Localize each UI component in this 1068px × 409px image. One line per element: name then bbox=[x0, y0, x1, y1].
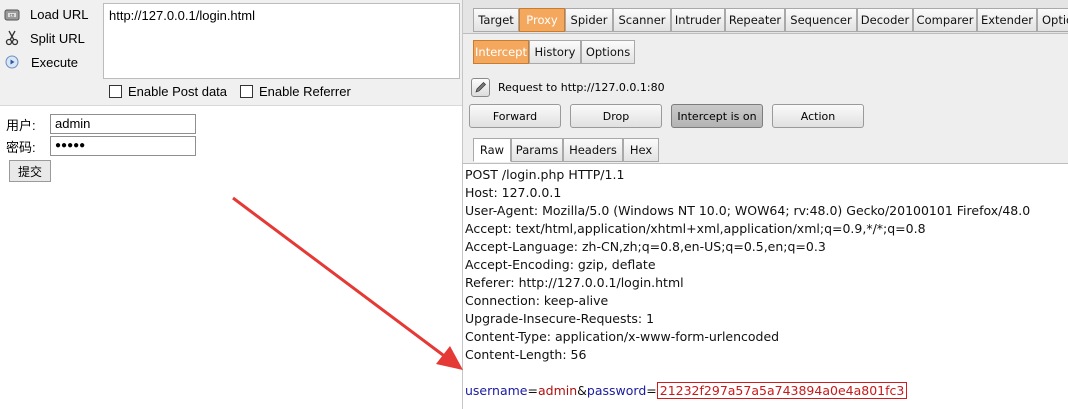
enable-post-checkbox[interactable]: Enable Post data bbox=[109, 84, 227, 99]
enable-post-label: Enable Post data bbox=[128, 84, 228, 99]
tab-history[interactable]: History bbox=[529, 40, 581, 64]
url-textarea[interactable]: http://127.0.0.1/login.html bbox=[103, 3, 460, 79]
main-tab-bar: Target Proxy Spider Scanner Intruder Rep… bbox=[463, 0, 1068, 34]
drop-button[interactable]: Drop bbox=[570, 104, 662, 128]
ampersand: & bbox=[577, 383, 587, 398]
password-row: 密码: ●●●●● bbox=[6, 136, 196, 156]
request-line: POST /login.php HTTP/1.1 bbox=[465, 167, 625, 182]
param-password-value-highlighted: 21232f297a57a5a743894a0e4a801fc3 bbox=[656, 382, 908, 399]
load-url-label: Load URL bbox=[30, 6, 89, 22]
submit-button[interactable]: 提交 bbox=[9, 160, 51, 182]
header-accept: Accept: text/html,application/xhtml+xml,… bbox=[465, 221, 926, 236]
raw-request-editor[interactable]: POST /login.php HTTP/1.1 Host: 127.0.0.1… bbox=[463, 163, 1068, 409]
tab-sequencer[interactable]: Sequencer bbox=[785, 8, 857, 32]
checkbox-box[interactable] bbox=[109, 85, 122, 98]
header-upgrade-insecure: Upgrade-Insecure-Requests: 1 bbox=[465, 311, 655, 326]
tab-headers[interactable]: Headers bbox=[563, 138, 623, 162]
enable-referrer-label: Enable Referrer bbox=[259, 84, 351, 99]
execute-label: Execute bbox=[31, 54, 78, 70]
tab-intruder[interactable]: Intruder bbox=[671, 8, 725, 32]
tab-spider[interactable]: Spider bbox=[565, 8, 613, 32]
username-row: 用户: admin bbox=[6, 114, 196, 134]
message-view-tab-bar: Raw Params Headers Hex bbox=[463, 138, 1068, 162]
hackbar: co Load URL Split URL Execute http://127… bbox=[0, 0, 462, 106]
scissors-icon bbox=[4, 30, 20, 46]
action-button[interactable]: Action bbox=[772, 104, 864, 128]
tab-options[interactable]: Optio bbox=[1037, 8, 1068, 32]
header-user-agent: User-Agent: Mozilla/5.0 (Windows NT 10.0… bbox=[465, 203, 1031, 218]
header-content-length: Content-Length: 56 bbox=[465, 347, 587, 362]
intercept-toggle-button[interactable]: Intercept is on bbox=[671, 104, 763, 128]
tab-proxy-options[interactable]: Options bbox=[581, 40, 635, 64]
tab-raw[interactable]: Raw bbox=[473, 138, 511, 162]
request-body: username=admin&password= 21232f297a57a5a7… bbox=[465, 382, 1067, 400]
equals-sign: = bbox=[646, 383, 657, 398]
param-username-name: username bbox=[465, 383, 528, 398]
header-content-type: Content-Type: application/x-www-form-url… bbox=[465, 329, 780, 344]
tab-proxy[interactable]: Proxy bbox=[519, 8, 565, 32]
tab-extender[interactable]: Extender bbox=[977, 8, 1037, 32]
svg-text:co: co bbox=[10, 13, 15, 18]
header-connection: Connection: keep-alive bbox=[465, 293, 609, 308]
tab-params[interactable]: Params bbox=[511, 138, 563, 162]
username-input[interactable]: admin bbox=[50, 114, 196, 134]
tab-hex[interactable]: Hex bbox=[623, 138, 659, 162]
execute-play-icon bbox=[4, 54, 20, 70]
password-label: 密码: bbox=[6, 139, 36, 155]
tab-scanner[interactable]: Scanner bbox=[613, 8, 671, 32]
password-input[interactable]: ●●●●● bbox=[50, 136, 196, 156]
tab-decoder[interactable]: Decoder bbox=[857, 8, 913, 32]
split-url-label: Split URL bbox=[30, 30, 85, 46]
request-target-line: Request to http://127.0.0.1:80 bbox=[471, 78, 665, 97]
execute-button[interactable]: Execute bbox=[4, 51, 78, 73]
load-url-icon: co bbox=[4, 6, 20, 22]
request-target-text: Request to http://127.0.0.1:80 bbox=[498, 81, 665, 94]
username-label: 用户: bbox=[6, 117, 36, 133]
tab-intercept[interactable]: Intercept bbox=[473, 40, 529, 64]
header-accept-encoding: Accept-Encoding: gzip, deflate bbox=[465, 257, 656, 272]
split-url-button[interactable]: Split URL bbox=[4, 27, 85, 49]
checkbox-box[interactable] bbox=[240, 85, 253, 98]
header-referer: Referer: http://127.0.0.1/login.html bbox=[465, 275, 684, 290]
forward-button[interactable]: Forward bbox=[469, 104, 561, 128]
edit-pencil-icon[interactable] bbox=[471, 78, 490, 97]
header-host: Host: 127.0.0.1 bbox=[465, 185, 562, 200]
browser-pane: co Load URL Split URL Execute http://127… bbox=[0, 0, 462, 409]
param-password-name: password bbox=[586, 383, 647, 398]
load-url-button[interactable]: co Load URL bbox=[4, 3, 89, 25]
tab-repeater[interactable]: Repeater bbox=[725, 8, 785, 32]
tab-target[interactable]: Target bbox=[473, 8, 519, 32]
header-accept-language: Accept-Language: zh-CN,zh;q=0.8,en-US;q=… bbox=[465, 239, 826, 254]
enable-referrer-checkbox[interactable]: Enable Referrer bbox=[240, 84, 351, 99]
equals-sign: = bbox=[527, 383, 538, 398]
param-username-value: admin bbox=[537, 383, 578, 398]
tab-comparer[interactable]: Comparer bbox=[913, 8, 977, 32]
proxy-sub-tab-bar: Intercept History Options bbox=[463, 34, 1068, 66]
burp-suite-window: Target Proxy Spider Scanner Intruder Rep… bbox=[462, 0, 1068, 409]
